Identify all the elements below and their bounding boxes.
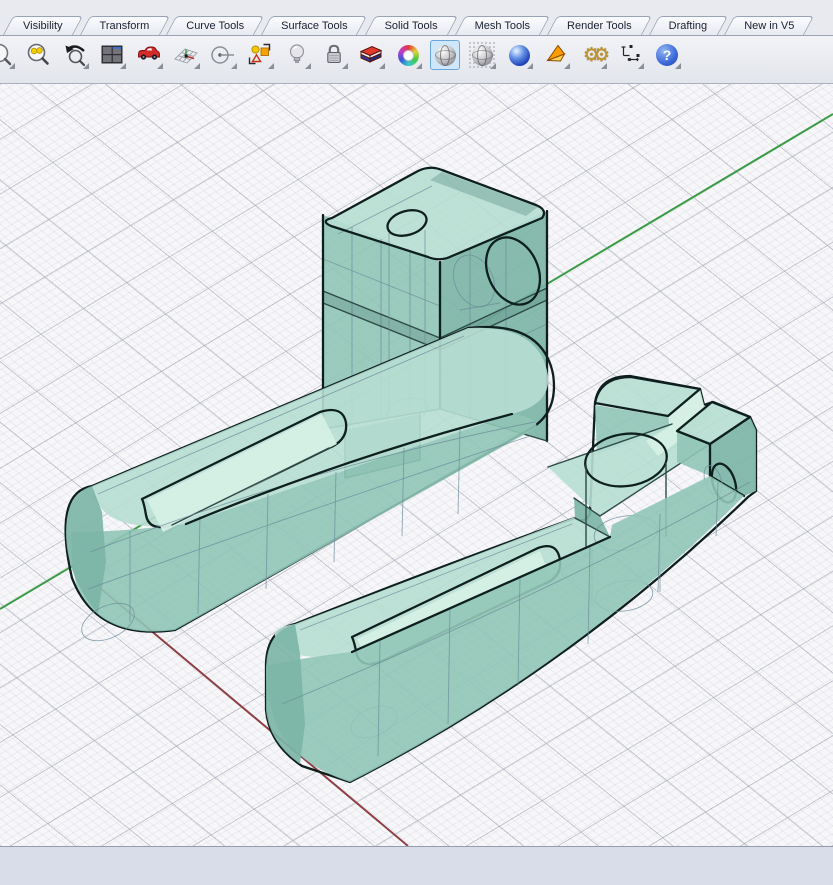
zoom-window-button[interactable] [0,40,16,70]
dimension-tools-button[interactable] [615,40,645,70]
toolbar-tab-bar: Visibility Transform Curve Tools Surface… [0,0,833,36]
tab-label: Surface Tools [281,20,347,32]
cplanes-icon [173,42,199,68]
tab-curve-tools[interactable]: Curve Tools [171,16,259,35]
zoom-window-icon [0,42,12,68]
zoom-selected-icon [25,42,51,68]
tab-label: Render Tools [567,20,632,32]
tab-label: Drafting [669,20,708,32]
viewport-layout-button[interactable] [97,40,127,70]
tab-label: Visibility [23,20,63,32]
undo-view-icon [62,42,88,68]
tab-mesh-tools[interactable]: Mesh Tools [460,16,545,35]
render-button[interactable] [541,40,571,70]
rhino-app-window: Visibility Transform Curve Tools Surface… [0,0,833,885]
named-views-button[interactable] [134,40,164,70]
tab-visibility[interactable]: Visibility [8,16,78,35]
gears-icon: ⚙⚙ [583,46,603,65]
tab-surface-tools[interactable]: Surface Tools [266,16,362,35]
cplanes-button[interactable] [171,40,201,70]
tab-render-tools[interactable]: Render Tools [552,16,647,35]
color-wheel-icon [398,45,419,66]
ghosted-display-button[interactable] [467,40,497,70]
shaded-sphere-icon [435,45,456,66]
zoom-selected-button[interactable] [23,40,53,70]
tab-label: Transform [100,20,150,32]
tab-label: Curve Tools [186,20,244,32]
set-view-button[interactable] [208,40,238,70]
set-view-icon [210,42,236,68]
lock-icon [321,42,347,68]
viewport-scene [0,84,833,846]
render-cone-icon [543,42,569,68]
named-views-icon [136,42,162,68]
layers-cake-icon [358,42,384,68]
dimension-icon [617,42,643,68]
tab-label: Mesh Tools [475,20,530,32]
tab-transform[interactable]: Transform [85,16,165,35]
perspective-viewport[interactable] [0,84,833,846]
tab-label: Solid Tools [385,20,438,32]
help-button[interactable]: ? [652,40,682,70]
rendered-sphere-icon [509,45,530,66]
tab-solid-tools[interactable]: Solid Tools [370,16,453,35]
viewport-layout-icon [99,42,125,68]
show-objects-button[interactable] [282,40,312,70]
color-wheel-button[interactable] [393,40,423,70]
standard-toolbar: ⚙⚙ ? [0,36,833,84]
options-button[interactable]: ⚙⚙ [578,40,608,70]
tab-new-in-v5[interactable]: New in V5 [729,16,809,35]
light-bulb-icon [284,42,310,68]
ghosted-sphere-icon [468,41,496,69]
status-bar [0,846,833,885]
undo-view-change-button[interactable] [60,40,90,70]
tab-drafting[interactable]: Drafting [654,16,723,35]
help-icon: ? [656,44,678,66]
lock-objects-button[interactable] [319,40,349,70]
tab-label: New in V5 [744,20,794,32]
shaded-display-button[interactable] [430,40,460,70]
layers-button[interactable] [356,40,386,70]
rendered-display-button[interactable] [504,40,534,70]
selection-filter-button[interactable] [245,40,275,70]
selection-filter-icon [247,42,273,68]
